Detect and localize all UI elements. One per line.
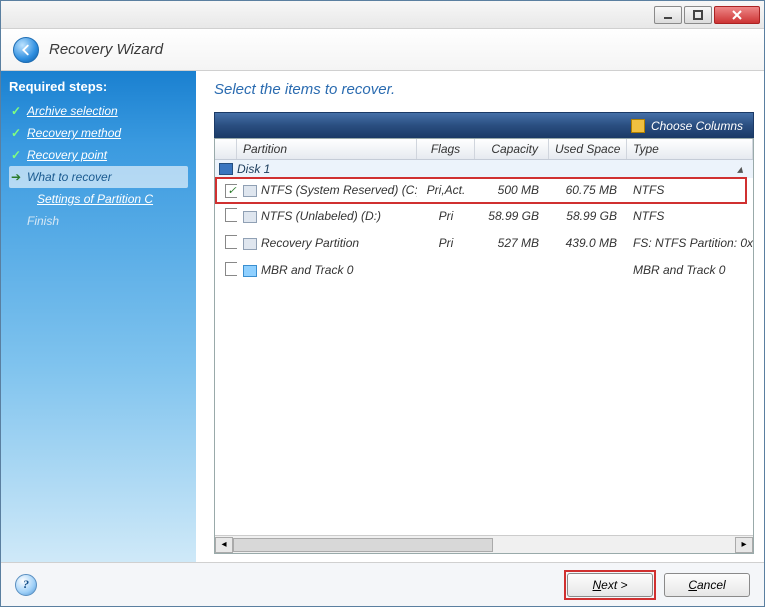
cell-used: 60.75 MB xyxy=(549,180,627,200)
footer: ? Next > Cancel xyxy=(1,562,764,606)
col-type[interactable]: Type xyxy=(627,139,753,159)
grid-body: Disk 1 ▴ NTFS (System Reserved) (C:) Pri… xyxy=(215,160,753,535)
recovery-wizard-window: Recovery Wizard Required steps: Archive … xyxy=(0,0,765,607)
grid-header: Partition Flags Capacity Used Space Type xyxy=(215,139,753,160)
cell-used xyxy=(549,267,627,273)
step-what-to-recover: What to recover xyxy=(9,166,188,188)
cell-flags xyxy=(417,267,475,273)
window-title: Recovery Wizard xyxy=(49,41,163,58)
partition-name: MBR and Track 0 xyxy=(261,263,353,277)
cell-flags: Pri,Act. xyxy=(417,180,475,200)
table-row[interactable]: NTFS (Unlabeled) (D:) Pri 58.99 GB 58.99… xyxy=(215,203,753,230)
partition-name: Recovery Partition xyxy=(261,236,359,250)
disk-label: Disk 1 xyxy=(237,162,270,176)
collapse-icon[interactable]: ▴ xyxy=(737,162,743,176)
table-row[interactable]: Recovery Partition Pri 527 MB 439.0 MB F… xyxy=(215,230,753,257)
table-row[interactable]: NTFS (System Reserved) (C:) Pri,Act. 500… xyxy=(215,178,753,203)
step-recovery-method[interactable]: Recovery method xyxy=(9,122,188,144)
horizontal-scrollbar[interactable]: ◂ ▸ xyxy=(215,535,753,553)
table-row[interactable]: MBR and Track 0 MBR and Track 0 xyxy=(215,257,753,284)
sidebar-heading: Required steps: xyxy=(9,79,188,94)
header: Recovery Wizard xyxy=(1,29,764,71)
volume-icon xyxy=(243,238,257,250)
row-checkbox[interactable] xyxy=(225,184,237,198)
cell-flags: Pri xyxy=(417,206,475,226)
col-used[interactable]: Used Space xyxy=(549,139,627,159)
grid-toolbar: Choose Columns xyxy=(214,112,754,138)
partition-name: NTFS (System Reserved) (C:) xyxy=(261,183,417,197)
close-button[interactable] xyxy=(714,6,760,24)
col-partition[interactable]: Partition xyxy=(237,139,417,159)
cell-flags: Pri xyxy=(417,233,475,253)
choose-columns-icon xyxy=(631,119,645,133)
step-finish: Finish xyxy=(9,210,188,232)
cell-type: MBR and Track 0 xyxy=(627,260,753,280)
back-arrow-icon xyxy=(19,43,33,57)
page-title: Select the items to recover. xyxy=(214,81,754,98)
cell-used: 58.99 GB xyxy=(549,206,627,226)
col-checkbox xyxy=(215,139,237,159)
partition-grid: Partition Flags Capacity Used Space Type… xyxy=(214,138,754,554)
cell-used: 439.0 MB xyxy=(549,233,627,253)
scroll-thumb[interactable] xyxy=(233,538,493,552)
cell-capacity: 58.99 GB xyxy=(475,206,549,226)
step-settings-partition-c[interactable]: Settings of Partition C xyxy=(9,188,188,210)
cell-type: FS: NTFS Partition: 0x27 (Wi xyxy=(627,233,753,253)
row-checkbox[interactable] xyxy=(225,208,237,222)
minimize-button[interactable] xyxy=(654,6,682,24)
cell-capacity: 500 MB xyxy=(475,180,549,200)
step-archive-selection[interactable]: Archive selection xyxy=(9,100,188,122)
row-checkbox[interactable] xyxy=(225,262,237,276)
next-button[interactable]: Next > xyxy=(567,573,653,597)
disk-icon xyxy=(219,163,233,175)
choose-columns-button[interactable]: Choose Columns xyxy=(651,119,743,133)
col-flags[interactable]: Flags xyxy=(417,139,475,159)
scroll-right-arrow[interactable]: ▸ xyxy=(735,537,753,553)
cell-capacity xyxy=(475,267,549,273)
volume-icon xyxy=(243,185,257,197)
cell-type: NTFS xyxy=(627,206,753,226)
scroll-track[interactable] xyxy=(233,537,735,553)
help-button[interactable]: ? xyxy=(15,574,37,596)
back-button[interactable] xyxy=(13,37,39,63)
cell-type: NTFS xyxy=(627,180,753,200)
maximize-button[interactable] xyxy=(684,6,712,24)
scroll-left-arrow[interactable]: ◂ xyxy=(215,537,233,553)
cancel-button[interactable]: Cancel xyxy=(664,573,750,597)
col-capacity[interactable]: Capacity xyxy=(475,139,549,159)
disk-group[interactable]: Disk 1 ▴ xyxy=(215,160,753,178)
step-recovery-point[interactable]: Recovery point xyxy=(9,144,188,166)
row-checkbox[interactable] xyxy=(225,235,237,249)
titlebar xyxy=(1,1,764,29)
cell-capacity: 527 MB xyxy=(475,233,549,253)
sidebar: Required steps: Archive selection Recove… xyxy=(1,71,196,562)
mbr-icon xyxy=(243,265,257,277)
partition-name: NTFS (Unlabeled) (D:) xyxy=(261,209,381,223)
volume-icon xyxy=(243,211,257,223)
next-highlight: Next > xyxy=(564,570,656,600)
main-panel: Select the items to recover. Choose Colu… xyxy=(196,71,764,562)
